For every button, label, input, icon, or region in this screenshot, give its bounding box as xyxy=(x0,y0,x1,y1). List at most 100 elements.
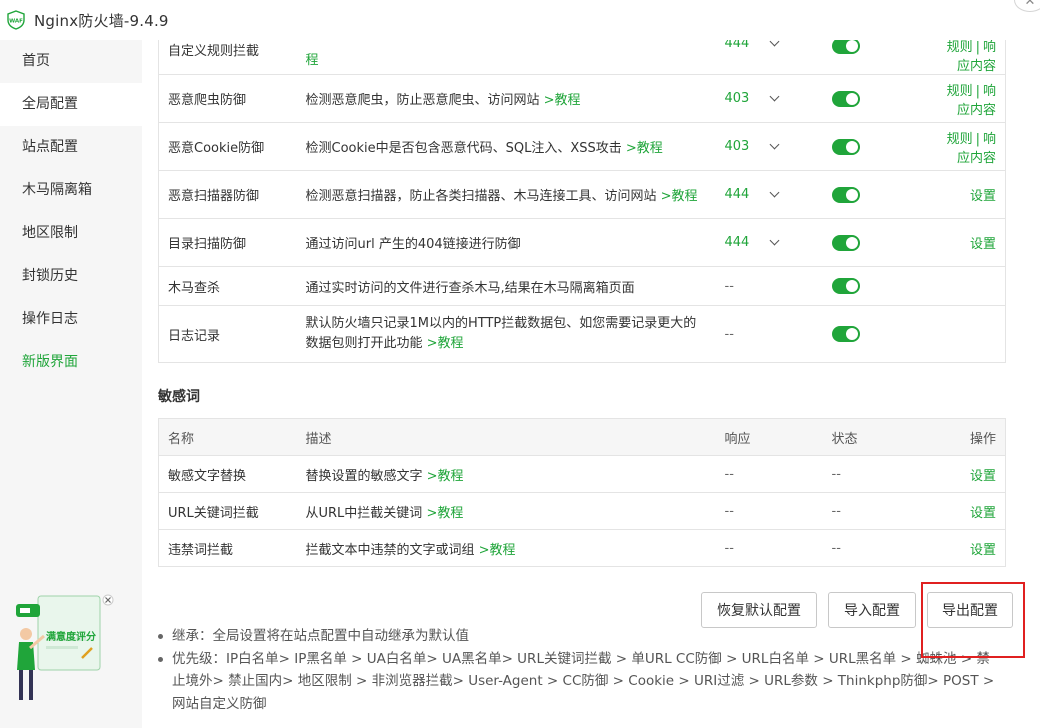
sensitive-name: 敏感文字替换 xyxy=(158,455,297,493)
settings-link[interactable]: 设置 xyxy=(970,237,996,252)
sensitive-state: -- xyxy=(822,529,928,567)
toggle-switch[interactable] xyxy=(831,278,860,294)
tutorial-link[interactable]: >教程 xyxy=(427,469,464,484)
rule-name: 木马查杀 xyxy=(158,266,297,306)
rule-desc-text: 检测恶意扫描器，防止各类扫描器、木马连接工具、访问网站 xyxy=(305,189,661,204)
chevron-down-icon[interactable] xyxy=(769,235,780,246)
chevron-down-icon[interactable] xyxy=(769,40,780,47)
rule-desc: 程 xyxy=(296,40,716,75)
chevron-down-icon[interactable] xyxy=(769,139,780,150)
rule-state xyxy=(822,40,928,75)
sidebar-item-block-history[interactable]: 封锁历史 xyxy=(0,255,142,298)
col-header-state: 状态 xyxy=(822,418,928,456)
table-row: 违禁词拦截 拦截文本中违禁的文字或词组 >教程 -- -- 设置 xyxy=(158,529,1006,567)
tutorial-link[interactable]: >教程 xyxy=(479,543,516,558)
rule-ops xyxy=(927,305,1006,363)
rule-response[interactable]: 403 xyxy=(715,74,823,123)
scrollbar[interactable] xyxy=(1028,40,1040,728)
survey-label: 满意度评分 xyxy=(46,632,96,643)
rule-response: -- xyxy=(715,266,823,306)
close-icon[interactable]: ✕ xyxy=(1014,0,1040,12)
table-row: 目录扫描防御 通过访问url 产生的404链接进行防御 444 设置 xyxy=(158,218,1006,267)
tutorial-link[interactable]: >教程 xyxy=(626,141,663,156)
note-inherit: 继承：全局设置将在站点配置中自动继承为默认值 xyxy=(156,625,996,648)
chevron-down-icon[interactable] xyxy=(769,187,780,198)
tutorial-link[interactable]: >教程 xyxy=(661,189,698,204)
sensitive-name: URL关键词拦截 xyxy=(158,492,297,530)
sidebar-item-site-config[interactable]: 站点配置 xyxy=(0,126,142,169)
rule-response[interactable]: 444 xyxy=(715,170,823,219)
chevron-down-icon[interactable] xyxy=(769,91,780,102)
rule-state xyxy=(822,305,928,363)
rule-ops: 设置 xyxy=(927,170,1006,219)
response-code: 403 xyxy=(724,91,750,106)
sensitive-desc: 拦截文本中违禁的文字或词组 >教程 xyxy=(296,529,716,567)
waf-logo-text: WAF xyxy=(9,19,23,25)
note-priority: 优先级：IP白名单> IP黑名单 > UA白名单> UA黑名单> URL关键词拦… xyxy=(156,648,996,716)
toggle-switch[interactable] xyxy=(831,90,860,107)
sensitive-table: 名称 描述 响应 状态 操作 敏感文字替换 替换设置的敏感文字 >教程 -- -… xyxy=(158,418,1006,567)
notes-list: 继承：全局设置将在站点配置中自动继承为默认值 优先级：IP白名单> IP黑名单 … xyxy=(156,625,996,715)
rule-name: 恶意扫描器防御 xyxy=(158,170,297,219)
rule-desc: 通过访问url 产生的404链接进行防御 xyxy=(296,218,716,267)
settings-link[interactable]: 设置 xyxy=(970,543,996,558)
table-row: 木马查杀 通过实时访问的文件进行查杀木马,结果在木马隔离箱页面 -- xyxy=(158,266,1006,306)
rule-response[interactable]: 444 xyxy=(715,218,823,267)
sensitive-desc-text: 拦截文本中违禁的文字或词组 xyxy=(305,542,479,558)
sensitive-state: -- xyxy=(822,455,928,493)
rules-table: 自定义规则拦截 程 444 规则 | 响应内容 恶意爬虫防御 检测恶意爬虫，防止恶意… xyxy=(158,40,1006,363)
sidebar-item-new-ui[interactable]: 新版界面 xyxy=(0,341,142,384)
toggle-switch[interactable] xyxy=(831,326,860,342)
toggle-switch[interactable] xyxy=(831,186,860,203)
rule-ops: 规则 | 响应内容 xyxy=(927,122,1006,171)
sidebar-item-global-config[interactable]: 全局配置 xyxy=(0,83,142,126)
col-header-response: 响应 xyxy=(715,418,823,456)
settings-link[interactable]: 设置 xyxy=(970,189,996,204)
rule-name: 恶意Cookie防御 xyxy=(158,122,297,171)
tutorial-link[interactable]: >教程 xyxy=(426,506,463,521)
restore-default-button[interactable]: 恢复默认配置 xyxy=(701,592,817,628)
rule-name: 目录扫描防御 xyxy=(158,218,297,267)
rule-state xyxy=(822,266,928,306)
tutorial-link[interactable]: >教程 xyxy=(427,336,464,351)
table-row: 日志记录 默认防火墙只记录1M以内的HTTP拦截数据包、如您需要记录更大的数据包… xyxy=(158,305,1006,363)
sidebar-item-region-limit[interactable]: 地区限制 xyxy=(0,212,142,255)
rule-desc-text: 检测Cookie中是否包含恶意代码、SQL注入、XSS攻击 xyxy=(305,141,626,156)
rule-desc: 通过实时访问的文件进行查杀木马,结果在木马隔离箱页面 xyxy=(296,266,716,306)
tutorial-link[interactable]: 程 xyxy=(306,53,319,68)
table-row: URL关键词拦截 从URL中拦截关键词 >教程 -- -- 设置 xyxy=(158,492,1006,530)
rules-link[interactable]: 规则 xyxy=(947,40,973,55)
import-config-button[interactable]: 导入配置 xyxy=(828,592,916,628)
rule-desc: 检测Cookie中是否包含恶意代码、SQL注入、XSS攻击 >教程 xyxy=(296,122,716,171)
table-header: 名称 描述 响应 状态 操作 xyxy=(158,418,1006,456)
settings-link[interactable]: 设置 xyxy=(970,469,996,484)
main-panel: 自定义规则拦截 程 444 规则 | 响应内容 恶意爬虫防御 检测恶意爬虫，防止恶意… xyxy=(142,40,1028,728)
response-code: 444 xyxy=(724,235,750,250)
sidebar-item-trojan-quarantine[interactable]: 木马隔离箱 xyxy=(0,169,142,212)
response-code: 444 xyxy=(724,40,750,51)
table-row: 敏感文字替换 替换设置的敏感文字 >教程 -- -- 设置 xyxy=(158,455,1006,493)
rule-desc: 默认防火墙只记录1M以内的HTTP拦截数据包、如您需要记录更大的数据包则打开此功… xyxy=(296,305,716,363)
table-row: 恶意爬虫防御 检测恶意爬虫，防止恶意爬虫、访问网站 >教程 403 规则 | 响应内… xyxy=(158,74,1006,123)
rules-link[interactable]: 规则 xyxy=(947,84,973,99)
rule-state xyxy=(822,218,928,267)
toggle-switch[interactable] xyxy=(831,138,860,155)
sidebar-item-home[interactable]: 首页 xyxy=(0,40,142,83)
toggle-switch[interactable] xyxy=(831,234,860,251)
rule-response[interactable]: 403 xyxy=(715,122,823,171)
rule-state xyxy=(822,74,928,123)
sensitive-response: -- xyxy=(715,455,823,493)
toggle-switch[interactable] xyxy=(831,40,860,54)
tutorial-link[interactable]: >教程 xyxy=(544,93,581,108)
settings-link[interactable]: 设置 xyxy=(970,506,996,521)
rules-link[interactable]: 规则 xyxy=(947,132,973,147)
highlight-box xyxy=(921,582,1025,658)
sidebar-item-operation-log[interactable]: 操作日志 xyxy=(0,298,142,341)
sensitive-response: -- xyxy=(715,529,823,567)
rule-response[interactable]: 444 xyxy=(715,40,823,75)
sensitive-state: -- xyxy=(822,492,928,530)
sensitive-op: 设置 xyxy=(927,492,1006,530)
waf-shield-icon: WAF xyxy=(6,10,26,30)
rule-name: 恶意爬虫防御 xyxy=(158,74,297,123)
survey-widget[interactable]: 满意度评分 xyxy=(10,590,116,706)
